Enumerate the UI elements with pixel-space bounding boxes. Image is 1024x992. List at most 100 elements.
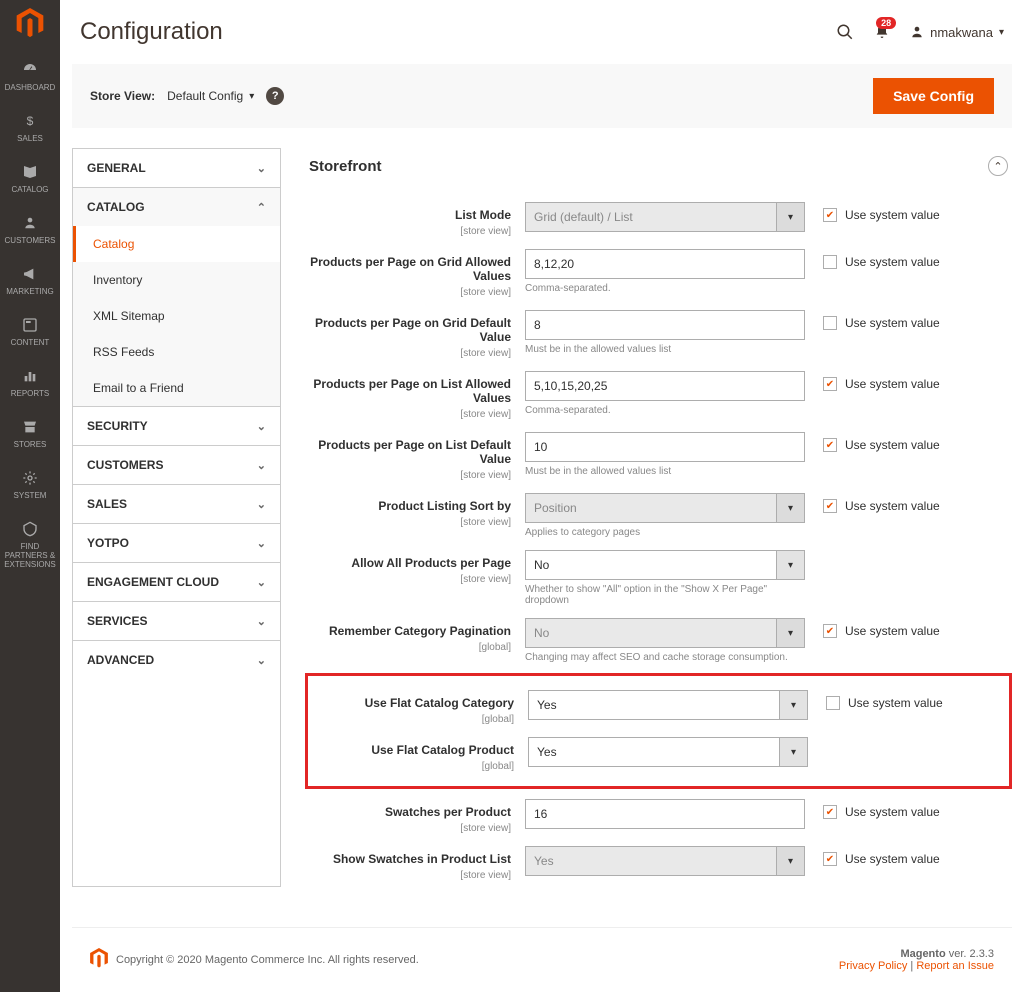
person-icon — [21, 214, 39, 232]
field-swatches-per-product: Swatches per Product[store view] Use sys… — [305, 793, 1012, 840]
version-number: ver. 2.3.3 — [949, 948, 994, 960]
chevron-up-icon: ⌃ — [257, 201, 266, 214]
section-title-storefront: Storefront — [309, 158, 382, 175]
report-issue-link[interactable]: Report an Issue — [916, 960, 994, 972]
megaphone-icon — [21, 265, 39, 283]
svg-text:$: $ — [27, 114, 34, 128]
page-header: Configuration 28 nmakwana ▾ — [60, 0, 1024, 64]
list-allowed-input — [525, 371, 805, 401]
use-system-value-checkbox[interactable] — [823, 624, 837, 638]
nav-section-catalog[interactable]: CATALOG⌃ — [73, 188, 280, 226]
grid-allowed-input[interactable] — [525, 249, 805, 279]
nav-section-sales[interactable]: SALES⌄ — [73, 485, 280, 523]
sidebar-label: SALES — [17, 134, 43, 143]
sidebar-item-reports[interactable]: REPORTS — [0, 357, 60, 408]
show-swatches-select: Yes▾ — [525, 846, 805, 876]
field-show-swatches: Show Swatches in Product List[store view… — [305, 840, 1012, 887]
nav-section-advanced[interactable]: ADVANCED⌄ — [73, 641, 280, 679]
nav-section-yotpo[interactable]: YOTPO⌄ — [73, 524, 280, 562]
gear-icon — [21, 469, 39, 487]
use-system-value-checkbox[interactable] — [823, 852, 837, 866]
sidebar-label: SYSTEM — [14, 491, 47, 500]
use-system-value-checkbox[interactable] — [823, 377, 837, 391]
magento-logo[interactable] — [16, 8, 44, 41]
nav-section-services[interactable]: SERVICES⌄ — [73, 602, 280, 640]
use-system-value-checkbox[interactable] — [826, 696, 840, 710]
sidebar-item-catalog[interactable]: CATALOG — [0, 153, 60, 204]
nav-item-catalog[interactable]: Catalog — [73, 226, 280, 262]
field-flat-category: Use Flat Catalog Category[global] Yes▾ U… — [308, 684, 1009, 731]
sidebar-item-customers[interactable]: CUSTOMERS — [0, 204, 60, 255]
chevron-down-icon: ⌄ — [257, 576, 266, 589]
use-system-value-checkbox[interactable] — [823, 805, 837, 819]
nav-item-email-friend[interactable]: Email to a Friend — [73, 370, 280, 406]
field-sort-by: Product Listing Sort by[store view] Posi… — [305, 487, 1012, 544]
save-config-button[interactable]: Save Config — [873, 78, 994, 114]
use-system-value-checkbox[interactable] — [823, 316, 837, 330]
content-icon — [21, 316, 39, 334]
chevron-down-icon: ⌄ — [257, 459, 266, 472]
sidebar-item-marketing[interactable]: MARKETING — [0, 255, 60, 306]
chevron-down-icon: ▾ — [779, 691, 807, 719]
chevron-down-icon: ▾ — [776, 847, 804, 875]
nav-section-engagement-cloud[interactable]: ENGAGEMENT CLOUD⌄ — [73, 563, 280, 601]
use-system-value-checkbox[interactable] — [823, 438, 837, 452]
chevron-down-icon: ⌄ — [257, 420, 266, 433]
chevron-down-icon: ▾ — [999, 27, 1004, 38]
sidebar-item-system[interactable]: SYSTEM — [0, 459, 60, 510]
use-system-value-checkbox[interactable] — [823, 255, 837, 269]
field-list-mode: List Mode[store view] Grid (default) / L… — [305, 196, 1012, 243]
sidebar-label: MARKETING — [6, 287, 54, 296]
allow-all-select[interactable]: No▾ — [525, 550, 805, 580]
username-label: nmakwana — [930, 25, 993, 40]
version-product: Magento — [900, 948, 945, 960]
search-button[interactable] — [836, 23, 854, 41]
collapse-section-button[interactable]: ⌃ — [988, 156, 1008, 176]
notif-count-badge: 28 — [876, 17, 896, 29]
field-grid-default: Products per Page on Grid Default Value[… — [305, 304, 1012, 365]
sidebar-item-partners[interactable]: FIND PARTNERS & EXTENSIONS — [0, 510, 60, 579]
help-icon[interactable]: ? — [266, 87, 284, 105]
dashboard-icon — [21, 61, 39, 79]
list-mode-select: Grid (default) / List▾ — [525, 202, 805, 232]
notifications-button[interactable]: 28 — [874, 23, 890, 41]
field-list-default: Products per Page on List Default Value[… — [305, 426, 1012, 487]
magento-logo-small — [90, 948, 108, 971]
privacy-policy-link[interactable]: Privacy Policy — [839, 960, 907, 972]
list-default-input — [525, 432, 805, 462]
sidebar-item-stores[interactable]: STORES — [0, 408, 60, 459]
sort-by-select: Position▾ — [525, 493, 805, 523]
admin-sidebar: DASHBOARD $ SALES CATALOG CUSTOMERS MARK… — [0, 0, 60, 992]
chevron-down-icon: ▾ — [776, 203, 804, 231]
chevron-down-icon: ▾ — [249, 91, 254, 102]
partners-icon — [21, 520, 39, 538]
toolbar: Store View: Default Config ▾ ? Save Conf… — [72, 64, 1012, 128]
chevron-down-icon: ▾ — [776, 619, 804, 647]
nav-section-general[interactable]: GENERAL⌄ — [73, 149, 280, 187]
nav-item-rss-feeds[interactable]: RSS Feeds — [73, 334, 280, 370]
config-nav: GENERAL⌄ CATALOG⌃ Catalog Inventory XML … — [72, 148, 281, 887]
store-view-select[interactable]: Default Config ▾ — [167, 89, 254, 103]
use-system-value-checkbox[interactable] — [823, 499, 837, 513]
chevron-down-icon: ▾ — [776, 551, 804, 579]
field-allow-all: Allow All Products per Page[store view] … — [305, 544, 1012, 612]
nav-section-customers[interactable]: CUSTOMERS⌄ — [73, 446, 280, 484]
chevron-down-icon: ▾ — [779, 738, 807, 766]
store-view-value: Default Config — [167, 89, 243, 103]
field-grid-allowed: Products per Page on Grid Allowed Values… — [305, 243, 1012, 304]
sidebar-item-dashboard[interactable]: DASHBOARD — [0, 51, 60, 102]
sidebar-label: FIND PARTNERS & EXTENSIONS — [2, 542, 58, 569]
flat-product-select[interactable]: Yes▾ — [528, 737, 808, 767]
sidebar-item-content[interactable]: CONTENT — [0, 306, 60, 357]
swatches-per-product-input — [525, 799, 805, 829]
grid-default-input[interactable] — [525, 310, 805, 340]
nav-section-security[interactable]: SECURITY⌄ — [73, 407, 280, 445]
chevron-down-icon: ⌄ — [257, 162, 266, 175]
flat-category-select[interactable]: Yes▾ — [528, 690, 808, 720]
nav-item-xml-sitemap[interactable]: XML Sitemap — [73, 298, 280, 334]
user-menu[interactable]: nmakwana ▾ — [910, 24, 1004, 40]
use-system-value-checkbox[interactable] — [823, 208, 837, 222]
sidebar-label: CONTENT — [11, 338, 50, 347]
sidebar-item-sales[interactable]: $ SALES — [0, 102, 60, 153]
nav-item-inventory[interactable]: Inventory — [73, 262, 280, 298]
